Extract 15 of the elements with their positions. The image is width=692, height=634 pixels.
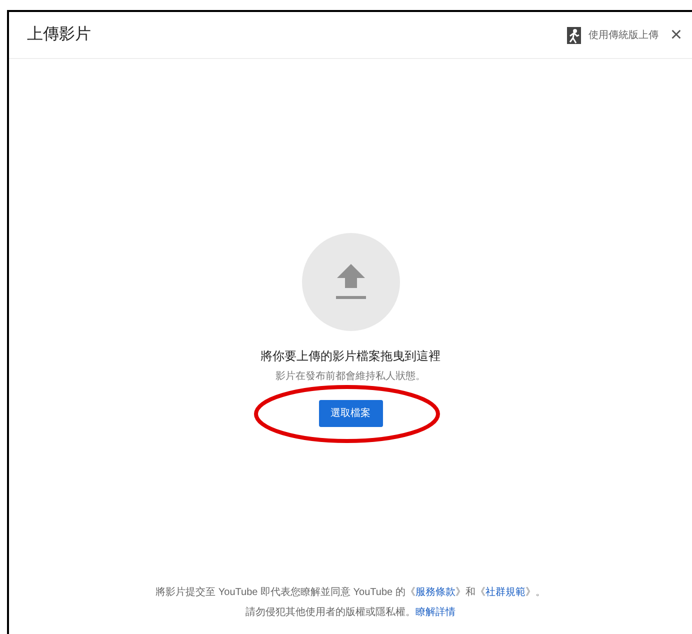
drop-heading: 將你要上傳的影片檔案拖曳到這裡 bbox=[260, 348, 440, 365]
footer-text: 》。 bbox=[525, 586, 546, 600]
dialog-title: 上傳影片 bbox=[27, 24, 91, 45]
footer-link[interactable]: 服務條款 bbox=[415, 585, 456, 600]
footer-text: 將影片提交至 YouTube 即代表您瞭解並同意 YouTube 的《 bbox=[156, 586, 416, 600]
close-button[interactable]: × bbox=[670, 25, 682, 45]
running-figure-icon[interactable] bbox=[567, 26, 582, 44]
footer-link[interactable]: 社群規範 bbox=[485, 585, 526, 600]
footer-text: 請勿侵犯其他使用者的版權或隱私權。 bbox=[246, 606, 416, 620]
footer-link[interactable]: 瞭解詳情 bbox=[416, 605, 456, 620]
select-files-button[interactable]: 選取檔案 bbox=[318, 400, 382, 427]
classic-upload-link[interactable]: 使用傳統版上傳 bbox=[588, 28, 658, 42]
upload-arrow-icon bbox=[336, 264, 366, 300]
footer-text: 》和《 bbox=[455, 586, 486, 600]
privacy-note: 影片在發布前都會維持私人狀態。 bbox=[276, 370, 426, 384]
